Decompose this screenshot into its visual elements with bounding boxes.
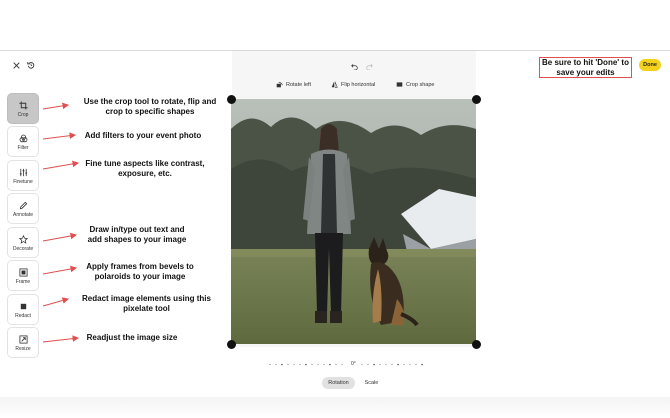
rotate-left-button[interactable]: Rotate left <box>276 81 311 88</box>
rotate-left-icon <box>276 82 283 88</box>
edited-photo[interactable] <box>231 99 476 344</box>
crop-shape-label: Crop shape <box>406 81 435 88</box>
tab-rotation[interactable]: Rotation <box>322 377 355 389</box>
redo-button[interactable] <box>362 59 376 73</box>
photo-image <box>231 99 476 344</box>
arrow-filter <box>42 132 77 140</box>
crop-shape-button[interactable]: Crop shape <box>396 81 434 88</box>
note-decorate: Draw in/type out text and add shapes to … <box>87 225 187 244</box>
flip-horizontal-label: Flip horizontal <box>341 81 376 88</box>
crop-handle-top-left[interactable] <box>227 95 236 104</box>
undo-button[interactable] <box>347 59 361 73</box>
bottom-edge <box>0 397 670 418</box>
note-crop: Use the crop tool to rotate, flip and cr… <box>83 97 217 116</box>
crop-handle-top-right[interactable] <box>472 95 481 104</box>
arrow-finetune <box>42 160 80 170</box>
arrow-crop <box>42 102 70 110</box>
arrow-frame <box>42 265 78 275</box>
note-resize: Readjust the image size <box>86 333 178 342</box>
arrow-redact <box>42 297 70 307</box>
crop-handle-bottom-right[interactable] <box>472 340 481 349</box>
redo-icon <box>365 63 373 70</box>
done-button[interactable]: Done <box>639 59 661 71</box>
note-frame: Apply frames from bevels to polaroids to… <box>86 262 194 281</box>
tab-scale[interactable]: Scale <box>359 377 384 389</box>
note-redact: Redact image elements using this pixelat… <box>82 294 211 313</box>
rotate-left-label: Rotate left <box>286 81 312 88</box>
arrow-decorate <box>42 232 78 242</box>
note-filter: Add filters to your event photo <box>84 131 202 140</box>
undo-icon <box>350 63 358 70</box>
flip-horizontal-icon <box>331 81 338 88</box>
crop-shape-icon <box>396 82 403 87</box>
note-done: Be sure to hit 'Done' to save your edits <box>539 57 632 78</box>
rotation-slider[interactable] <box>268 362 428 367</box>
flip-horizontal-button[interactable]: Flip horizontal <box>331 81 375 88</box>
note-finetune: Fine tune aspects like contrast, exposur… <box>85 159 205 178</box>
crop-handle-bottom-left[interactable] <box>227 340 236 349</box>
rotation-value: 0° <box>351 361 356 367</box>
arrow-resize <box>42 335 80 343</box>
